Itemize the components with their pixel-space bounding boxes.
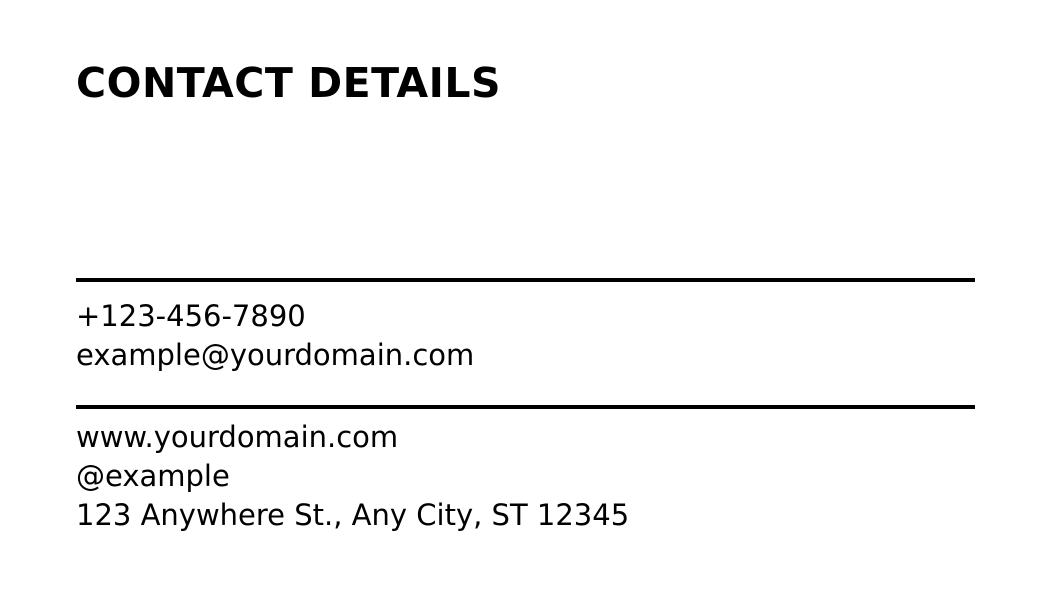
contact-card: CONTACT DETAILS +123-456-7890 example@yo… — [0, 0, 1050, 600]
phone-number: +123-456-7890 — [76, 299, 306, 333]
street-address: 123 Anywhere St., Any City, ST 12345 — [76, 498, 630, 532]
middle-divider — [76, 405, 975, 409]
social-handle: @example — [76, 459, 230, 493]
email-address: example@yourdomain.com — [76, 338, 475, 372]
card-title: CONTACT DETAILS — [76, 59, 502, 107]
top-divider — [76, 278, 975, 282]
website-url: www.yourdomain.com — [76, 420, 399, 454]
